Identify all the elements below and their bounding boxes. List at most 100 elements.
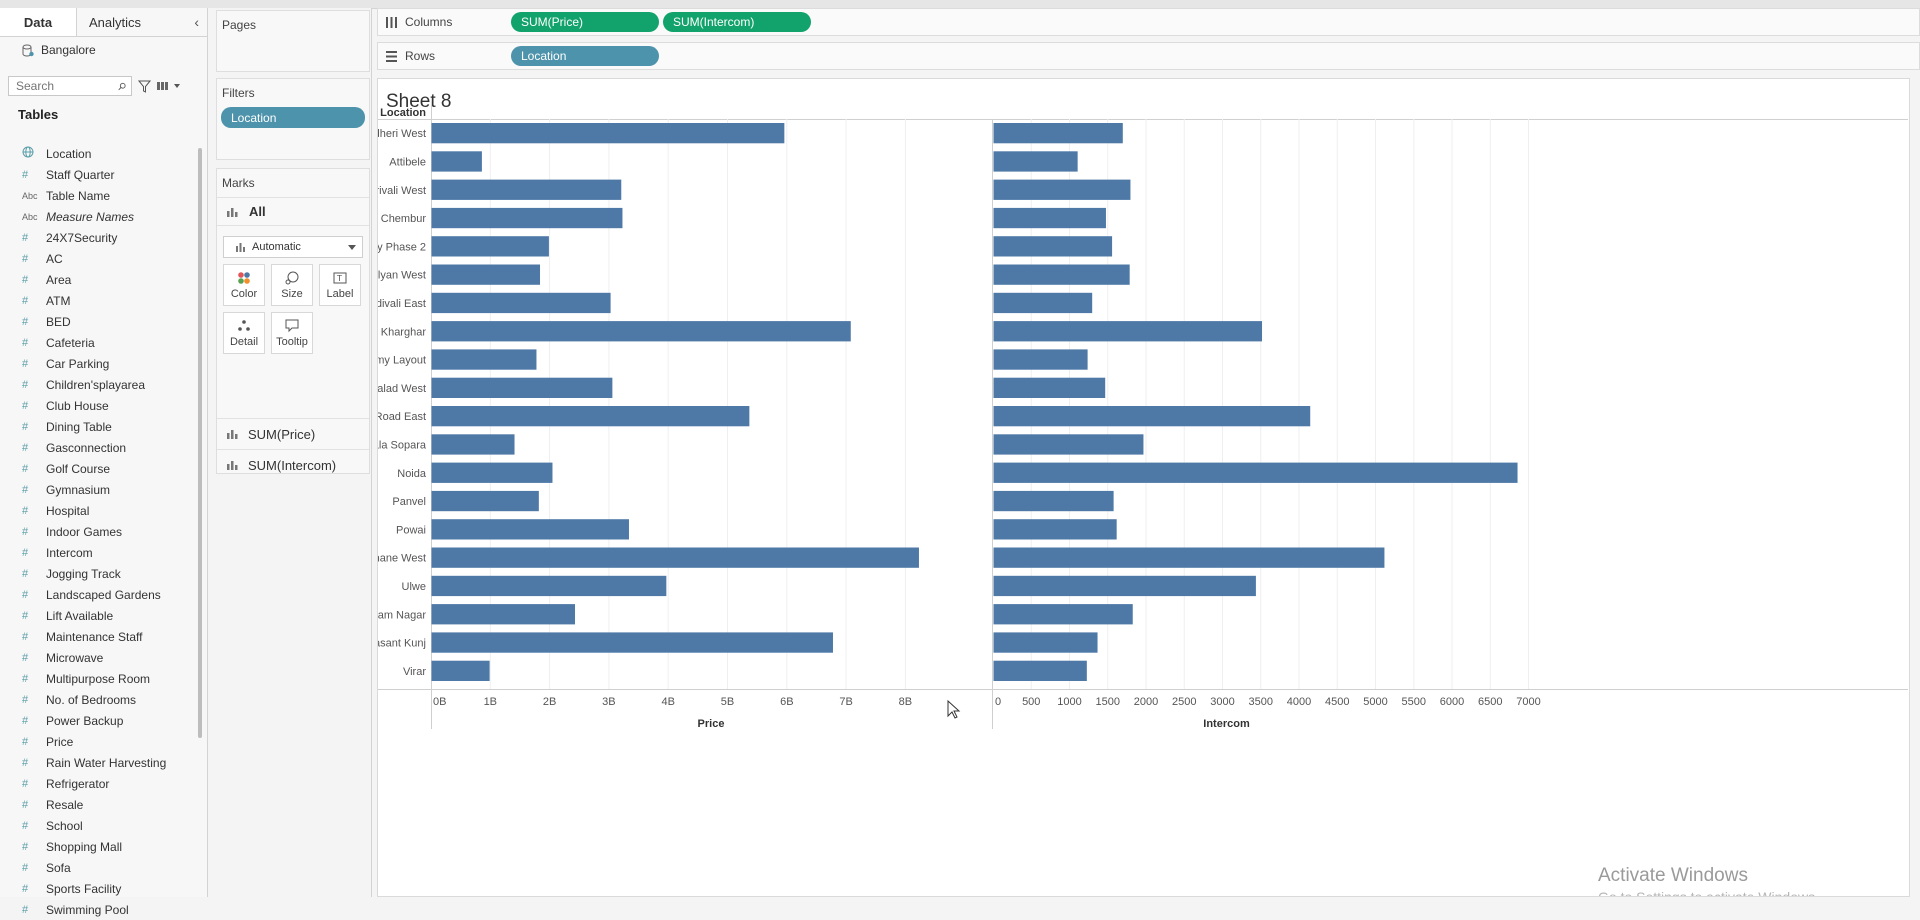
field-item[interactable]: # Children'splayarea bbox=[0, 374, 200, 395]
field-label: Club House bbox=[46, 398, 109, 413]
field-label: Sofa bbox=[46, 860, 71, 875]
detail-button[interactable]: Detail bbox=[223, 312, 265, 354]
number-type-icon: # bbox=[22, 903, 29, 916]
axis-tick-label: 6000 bbox=[1440, 696, 1464, 708]
bar-chart[interactable]: Location Andheri West Attibele Borivali Wes… bbox=[378, 79, 1910, 897]
bar-price bbox=[431, 604, 576, 625]
pages-card[interactable]: Pages bbox=[216, 10, 370, 72]
datasource-row[interactable]: Bangalore bbox=[0, 37, 207, 63]
activate-windows-subtext: Go to Settings to activate Windows. bbox=[1598, 889, 1819, 897]
size-button[interactable]: Size bbox=[271, 264, 313, 306]
field-item[interactable]: # School bbox=[0, 815, 200, 836]
mark-type-dropdown[interactable]: Automatic bbox=[223, 236, 363, 258]
field-item[interactable]: #24X7Security bbox=[0, 227, 200, 248]
field-item[interactable]: # Landscaped Gardens bbox=[0, 584, 200, 605]
field-item[interactable]: # Refrigerator bbox=[0, 773, 200, 794]
field-item[interactable]: # Jogging Track bbox=[0, 563, 200, 584]
marks-measure-price[interactable]: SUM(Price) bbox=[217, 418, 369, 449]
field-item[interactable]: # Rain Water Harvesting bbox=[0, 752, 200, 773]
field-item[interactable]: # ATM bbox=[0, 290, 200, 311]
tab-data[interactable]: Data bbox=[0, 8, 77, 36]
field-item[interactable]: Abc Measure Names bbox=[0, 206, 200, 227]
field-item[interactable]: # Multipurpose Room bbox=[0, 668, 200, 689]
field-item[interactable]: # Intercom bbox=[0, 542, 200, 563]
collapse-pane-button[interactable]: ‹ bbox=[159, 8, 207, 36]
number-type-icon: # bbox=[22, 756, 29, 769]
tables-header: Tables bbox=[18, 107, 59, 122]
mouse-cursor-icon bbox=[947, 699, 961, 719]
field-item[interactable]: # Cafeteria bbox=[0, 332, 200, 353]
field-label: 24X7Security bbox=[46, 230, 118, 245]
tooltip-button[interactable]: Tooltip bbox=[271, 312, 313, 354]
field-item[interactable]: # Sports Facility bbox=[0, 878, 200, 899]
tab-analytics[interactable]: Analytics bbox=[77, 8, 153, 36]
field-item[interactable]: # Club House bbox=[0, 395, 200, 416]
field-item[interactable]: # Resale bbox=[0, 794, 200, 815]
field-list-scrollbar[interactable] bbox=[198, 148, 202, 738]
view-options-icon[interactable] bbox=[157, 81, 181, 91]
field-item[interactable]: # Shopping Mall bbox=[0, 836, 200, 857]
field-item[interactable]: Location bbox=[0, 143, 200, 164]
number-type-icon: # bbox=[22, 840, 29, 853]
size-label: Size bbox=[281, 287, 303, 300]
field-item[interactable]: # Hospital bbox=[0, 500, 200, 521]
filter-icon[interactable] bbox=[138, 80, 151, 93]
axis-tick-label: 1000 bbox=[1057, 696, 1081, 708]
field-label: Gymnasium bbox=[46, 482, 111, 497]
columns-shelf[interactable]: Columns SUM(Price) SUM(Intercom) bbox=[377, 8, 1920, 36]
field-item[interactable]: Abc Table Name bbox=[0, 185, 200, 206]
field-item[interactable]: # Swimming Pool bbox=[0, 899, 200, 920]
axis-tick-label: 3500 bbox=[1249, 696, 1273, 708]
field-item[interactable]: # Lift Available bbox=[0, 605, 200, 626]
category-label: Kalyan West bbox=[378, 270, 426, 282]
category-label: Thane West bbox=[378, 553, 426, 565]
filters-card[interactable]: Filters Location bbox=[216, 78, 370, 160]
field-item[interactable]: # Maintenance Staff bbox=[0, 626, 200, 647]
marks-all-row[interactable]: All bbox=[217, 197, 369, 226]
bar-price bbox=[431, 490, 539, 512]
search-field[interactable] bbox=[8, 76, 132, 96]
column-pill-intercom[interactable]: SUM(Intercom) bbox=[663, 12, 811, 32]
axis-tick-label: 7B bbox=[839, 696, 852, 708]
field-item[interactable]: # Power Backup bbox=[0, 710, 200, 731]
number-type-icon: # bbox=[22, 336, 29, 349]
field-item[interactable]: # Gymnasium bbox=[0, 479, 200, 500]
rows-shelf[interactable]: Rows Location bbox=[377, 42, 1920, 70]
bar-price bbox=[431, 207, 623, 229]
bar-intercom bbox=[993, 490, 1114, 512]
field-label: Power Backup bbox=[46, 713, 124, 728]
field-item[interactable]: # Golf Course bbox=[0, 458, 200, 479]
field-item[interactable]: # Sofa bbox=[0, 857, 200, 878]
bar-intercom bbox=[993, 151, 1078, 172]
field-item[interactable]: # Indoor Games bbox=[0, 521, 200, 542]
search-input[interactable] bbox=[14, 78, 118, 94]
field-label: Car Parking bbox=[46, 356, 110, 371]
field-item[interactable]: # No. of Bedrooms bbox=[0, 689, 200, 710]
number-type-icon: # bbox=[22, 462, 29, 475]
bar-intercom bbox=[993, 519, 1117, 540]
field-item[interactable]: # Staff Quarter bbox=[0, 164, 200, 185]
color-button[interactable]: Color bbox=[223, 264, 265, 306]
activate-windows-watermark: Activate Windows bbox=[1598, 865, 1748, 886]
field-item[interactable]: # Area bbox=[0, 269, 200, 290]
field-label: BED bbox=[46, 314, 71, 329]
tooltip-icon bbox=[285, 319, 299, 332]
field-item[interactable]: # Dining Table bbox=[0, 416, 200, 437]
bar-intercom bbox=[993, 462, 1518, 483]
field-item[interactable]: # BED bbox=[0, 311, 200, 332]
field-item[interactable]: # Price bbox=[0, 731, 200, 752]
worksheet-view[interactable]: Sheet 8 LocationAndheri WestAttibeleBori… bbox=[377, 78, 1910, 897]
filter-pill-location[interactable]: Location bbox=[221, 107, 365, 128]
label-button[interactable]: T Label bbox=[319, 264, 361, 306]
string-type-icon: Abc bbox=[22, 190, 38, 201]
column-pill-price[interactable]: SUM(Price) bbox=[511, 12, 659, 32]
field-item[interactable]: # Microwave bbox=[0, 647, 200, 668]
field-item[interactable]: # Gasconnection bbox=[0, 437, 200, 458]
marks-measure-intercom[interactable]: SUM(Intercom) bbox=[217, 449, 369, 480]
row-pill-location[interactable]: Location bbox=[511, 46, 659, 66]
field-item[interactable]: # AC bbox=[0, 248, 200, 269]
axis-tick-label: 3B bbox=[602, 696, 615, 708]
bar-price bbox=[431, 151, 482, 172]
marks-title: Marks bbox=[222, 176, 255, 190]
field-item[interactable]: # Car Parking bbox=[0, 353, 200, 374]
